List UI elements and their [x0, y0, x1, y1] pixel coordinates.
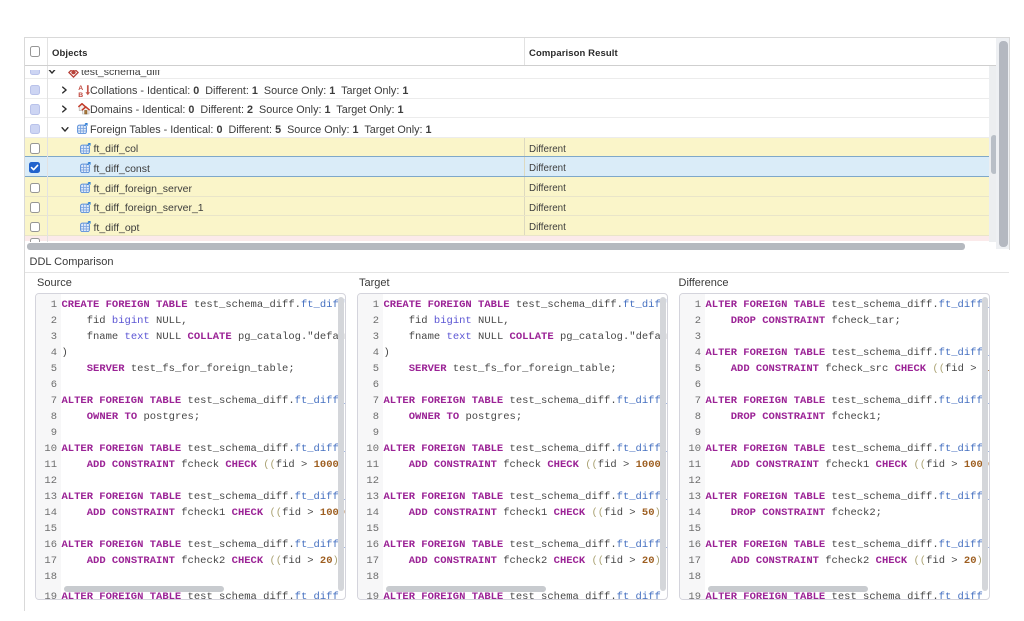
svg-text:A: A — [78, 85, 83, 92]
svg-text:B: B — [78, 92, 83, 97]
